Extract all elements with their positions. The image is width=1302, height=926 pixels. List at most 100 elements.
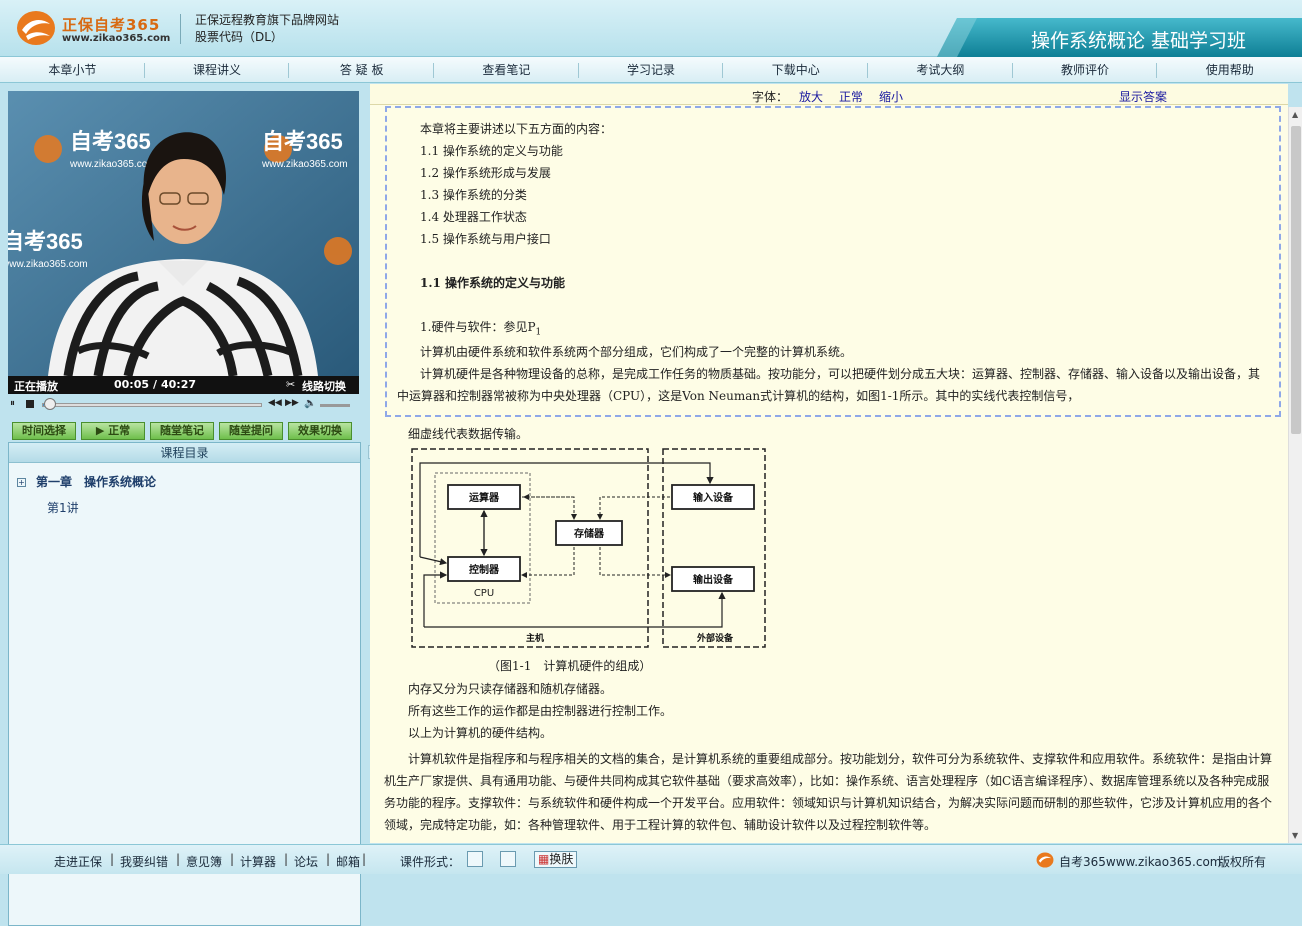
zikao365-logo-icon[interactable] [16, 10, 56, 46]
footer-forum-link[interactable]: 论坛 [294, 853, 318, 870]
expand-icon[interactable]: + [17, 478, 26, 487]
diagram-output-label: 输出设备 [693, 573, 734, 586]
font-normal-link[interactable]: 正常 [839, 88, 863, 105]
play-status: 正在播放 [14, 378, 58, 394]
nav-qa-board[interactable]: 答 疑 板 [289, 57, 434, 82]
class-question-button[interactable]: 随堂提问 [219, 422, 283, 440]
footer-separator: | [230, 852, 234, 866]
video-watermark-1: 自考365 [70, 129, 151, 154]
site-url[interactable]: 自考365www.zikao365.com [1059, 853, 1221, 870]
brand-name: 正保自考365 [62, 14, 160, 35]
skin-button[interactable]: ▦换肤 [534, 851, 577, 868]
header-divider [180, 14, 181, 44]
nav-chapter-summary[interactable]: 本章小节 [0, 57, 145, 82]
hardware-diagram: 运算器 存储器 输入设备 控制器 输出设备 CPU 主机 外部设备 [410, 447, 767, 651]
toc-lecture-1[interactable]: 第1讲 [47, 499, 360, 516]
volume-slider[interactable] [320, 404, 350, 407]
toc-item-4: 1.4 处理器工作状态 [420, 206, 527, 228]
footer-separator: | [326, 852, 330, 866]
video-status-bar: 正在播放 00:05 / 40:27 ✂ 线路切换 [8, 376, 359, 394]
tagline: 正保远程教育旗下品牌网站 股票代码（DL） [195, 12, 339, 46]
para-7b: 机生产厂家提供、具有通用功能、与硬件共同构成其它软件基础（要求高效率），比如：操… [384, 770, 1269, 792]
video-player[interactable]: 自考365 www.zikao365.com 自考365 www.zikao36… [8, 91, 359, 376]
site-logo-icon [1036, 852, 1054, 868]
footer-calculator-link[interactable]: 计算器 [240, 853, 276, 870]
diagram-control-label: 控制器 [469, 563, 500, 576]
hw-sw-ref-text: 1.硬件与软件：参见P [420, 320, 536, 334]
diagram-peripheral-label: 外部设备 [696, 632, 734, 644]
figure-caption: （图1-1 计算机硬件的组成） [488, 655, 651, 677]
para-7c: 务功能的程序。支撑软件：与系统软件和硬件构成一个开发平台。应用软件：领域知识与计… [384, 792, 1272, 814]
para-7a: 计算机软件是指程序和与程序相关的文档的集合，是计算机系统的重要组成部分。按功能划… [408, 748, 1272, 770]
pause-icon[interactable]: ⏸ [10, 398, 15, 409]
normal-speed-button[interactable]: ▶ 正常 [81, 422, 145, 440]
footer: 走进正保 | 我要纠错 | 意见簿 | 计算器 | 论坛 | 邮箱 | 课件形式… [0, 844, 1302, 874]
nav-teacher-rating[interactable]: 教师评价 [1013, 57, 1158, 82]
normal-speed-label: 正常 [108, 424, 130, 437]
font-bigger-link[interactable]: 放大 [799, 88, 823, 105]
header: 正保自考365 www.zikao365.com 正保远程教育旗下品牌网站 股票… [0, 0, 1302, 57]
video-watermark-3: 自考365 [8, 229, 83, 254]
toc-chapter-label: 第一章 操作系统概论 [36, 475, 156, 489]
font-label: 字体： [752, 88, 788, 105]
class-notes-button[interactable]: 随堂笔记 [150, 422, 214, 440]
split-layout-icon[interactable] [500, 851, 516, 867]
footer-separator: | [176, 852, 180, 866]
para-7d: 领域，完成特定功能，如：各种管理软件、用于工程计算的软件包、辅助设计软件以及过程… [384, 814, 936, 836]
video-button-row: 时间选择 ▶ 正常 随堂笔记 随堂提问 效果切换 [12, 422, 352, 440]
effect-switch-button[interactable]: 效果切换 [288, 422, 352, 440]
video-frame: 自考365 www.zikao365.com 自考365 www.zikao36… [8, 91, 359, 376]
footer-feedback-link[interactable]: 意见簿 [186, 853, 222, 870]
scrollbar-thumb[interactable] [1291, 126, 1301, 434]
footer-report-error-link[interactable]: 我要纠错 [120, 853, 168, 870]
footer-about-link[interactable]: 走进正保 [54, 853, 102, 870]
time-select-button[interactable]: 时间选择 [12, 422, 76, 440]
tagline-brand: 正保远程教育旗下品牌网站 [195, 12, 339, 29]
toc-item-3: 1.3 操作系统的分类 [420, 184, 527, 206]
rewind-icon[interactable]: ◀◀ [268, 398, 282, 408]
progress-knob[interactable] [44, 398, 56, 410]
toc-item-5: 1.5 操作系统与用户接口 [420, 228, 551, 250]
skin-label: 换肤 [549, 852, 573, 866]
para-4: 内存又分为只读存储器和随机存储器。 [408, 678, 612, 700]
nav-lecture-notes[interactable]: 课程讲义 [145, 57, 290, 82]
para-1: 计算机由硬件系统和软件系统两个部分组成，它们构成了一个完整的计算机系统。 [420, 341, 852, 363]
para-2a: 计算机硬件是各种物理设备的总称，是完成工作任务的物质基础。按功能分，可以把硬件划… [420, 363, 1260, 385]
play-icon: ▶ [96, 424, 108, 437]
total-time: 40:27 [161, 378, 196, 391]
diagram-memory-label: 存储器 [574, 527, 605, 540]
stock-code: 股票代码（DL） [195, 29, 339, 46]
footer-separator: | [110, 852, 114, 866]
volume-icon[interactable]: 🔈 [304, 398, 316, 409]
video-watermark-url-2: www.zikao365.com [261, 159, 348, 170]
line-switch-button[interactable]: 线路切换 [302, 378, 346, 394]
nav-view-notes[interactable]: 查看笔记 [434, 57, 579, 82]
stop-icon[interactable] [26, 400, 34, 408]
nav-help[interactable]: 使用帮助 [1157, 57, 1302, 82]
footer-separator: | [284, 852, 288, 866]
para-2b: 中运算器和控制器常被称为中央处理器（CPU），这是Von Neuman式计算机的… [397, 385, 1079, 407]
courseware-format-label: 课件形式： [400, 853, 460, 870]
nav-exam-syllabus[interactable]: 考试大纲 [868, 57, 1013, 82]
top-navigation: 本章小节 课程讲义 答 疑 板 查看笔记 学习记录 下载中心 考试大纲 教师评价… [0, 57, 1302, 83]
font-smaller-link[interactable]: 缩小 [879, 88, 903, 105]
diagram-host-label: 主机 [526, 632, 544, 644]
brand-url: www.zikao365.com [62, 33, 170, 44]
para-5: 所有这些工作的运作都是由控制器进行控制工作。 [408, 700, 672, 722]
forward-icon[interactable]: ▶▶ [285, 398, 299, 408]
nav-download-center[interactable]: 下载中心 [723, 57, 868, 82]
single-layout-icon[interactable] [467, 851, 483, 867]
toc-chapter-1[interactable]: + 第一章 操作系统概论 [17, 473, 360, 490]
diagram-input-label: 输入设备 [693, 491, 734, 504]
content-scrollbar[interactable]: ▲ ▼ [1288, 107, 1302, 843]
toc-item-2: 1.2 操作系统形成与发展 [420, 162, 551, 184]
scroll-up-icon[interactable]: ▲ [1292, 110, 1298, 119]
lecture-content: 字体： 放大 正常 缩小 显示答案 本章将主要讲述以下五方面的内容： 1.1 操… [370, 84, 1288, 843]
video-watermark-url-3: www.zikao365.com [8, 259, 88, 270]
show-answer-link[interactable]: 显示答案 [1119, 88, 1167, 105]
scroll-down-icon[interactable]: ▼ [1292, 831, 1298, 840]
footer-mail-link[interactable]: 邮箱 [336, 853, 360, 870]
nav-study-record[interactable]: 学习记录 [579, 57, 724, 82]
video-controls: ⏸ ◀◀ ▶▶ 🔈 [8, 400, 359, 412]
progress-track[interactable] [42, 403, 262, 407]
